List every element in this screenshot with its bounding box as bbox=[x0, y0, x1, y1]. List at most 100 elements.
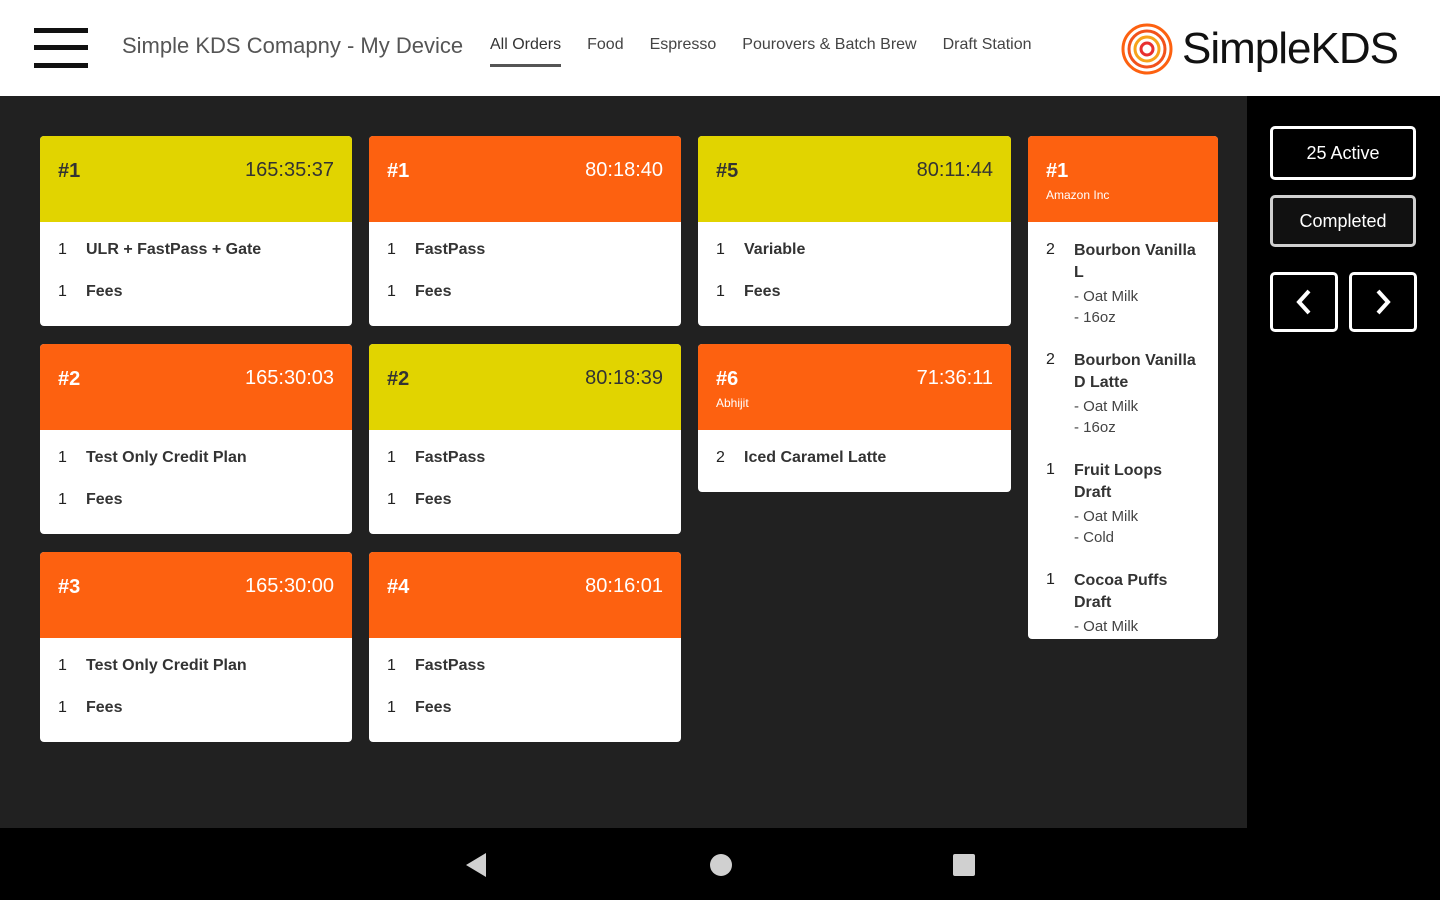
order-card[interactable]: #2 165:30:03 1 Test Only Credit Plan 1 Fees bbox=[40, 344, 352, 534]
category-tabs: All Orders Food Espresso Pourovers & Bat… bbox=[490, 36, 1058, 67]
order-card-header: #5 80:11:44 bbox=[698, 136, 1011, 222]
order-timer: 80:11:44 bbox=[916, 159, 993, 181]
order-card[interactable]: #1 165:35:37 1 ULR + FastPass + Gate 1 Fees bbox=[40, 136, 352, 326]
order-card[interactable]: #3 165:30:00 1 Test Only Credit Plan 1 Fees bbox=[40, 552, 352, 742]
order-line-item: 1 Fees bbox=[387, 698, 663, 718]
order-line-item: 1 Test Only Credit Plan bbox=[58, 656, 334, 676]
item-modifier: - Oat Milk bbox=[1074, 398, 1139, 415]
tab-draft-station[interactable]: Draft Station bbox=[943, 36, 1032, 67]
chevron-left-icon bbox=[1296, 289, 1311, 315]
item-quantity: 2 bbox=[716, 449, 725, 466]
item-name: FastPass bbox=[415, 449, 486, 466]
order-card[interactable]: #4 80:16:01 1 FastPass 1 Fees bbox=[369, 552, 681, 742]
order-card-header: #6 71:36:11 Abhijit bbox=[698, 344, 1011, 430]
previous-page-button[interactable] bbox=[1270, 272, 1338, 332]
item-quantity: 1 bbox=[387, 241, 396, 258]
order-timer: 165:35:37 bbox=[245, 159, 334, 181]
order-customer-name: Amazon Inc bbox=[1046, 188, 1110, 202]
item-name: Fees bbox=[415, 491, 452, 508]
item-name: FastPass bbox=[415, 657, 486, 674]
order-items-list: 1 Test Only Credit Plan 1 Fees bbox=[40, 430, 352, 510]
item-name: Cocoa Puffs Draft bbox=[1074, 572, 1168, 611]
order-items-list: 2 Bourbon Vanilla L - Oat Milk - 16oz 2 Bourb… bbox=[1028, 222, 1218, 639]
home-circle-icon[interactable] bbox=[709, 853, 733, 877]
item-quantity: 1 bbox=[58, 699, 67, 716]
order-timer: 165:30:00 bbox=[245, 575, 334, 597]
item-modifiers: - Oat Milk - 16oz bbox=[1074, 396, 1200, 438]
item-modifiers: - Oat Milk - Cold bbox=[1074, 506, 1200, 548]
tab-all-orders[interactable]: All Orders bbox=[490, 36, 562, 67]
item-modifier: - 16oz bbox=[1074, 309, 1116, 326]
item-quantity: 1 bbox=[58, 657, 67, 674]
item-quantity: 2 bbox=[1046, 241, 1055, 258]
order-timer: 80:16:01 bbox=[585, 575, 663, 597]
item-name: Fees bbox=[744, 283, 781, 300]
top-app-bar: Simple KDS Comapny - My Device All Order… bbox=[0, 0, 1440, 96]
active-orders-button[interactable]: 25 Active bbox=[1270, 126, 1416, 180]
order-card-header: #1 80:18:40 bbox=[369, 136, 681, 222]
order-line-item: 2 Iced Caramel Latte bbox=[716, 448, 993, 468]
order-timer: 71:36:11 bbox=[916, 367, 993, 389]
order-customer-name: Abhijit bbox=[716, 396, 749, 410]
menu-icon[interactable] bbox=[34, 28, 88, 68]
order-line-item: 1 FastPass bbox=[387, 240, 663, 260]
item-quantity: 1 bbox=[387, 699, 396, 716]
order-line-item: 1 Fees bbox=[716, 282, 993, 302]
item-modifier: - Oat Milk bbox=[1074, 618, 1139, 635]
tab-pourovers-batch-brew[interactable]: Pourovers & Batch Brew bbox=[742, 36, 916, 67]
next-page-button[interactable] bbox=[1349, 272, 1417, 332]
right-control-panel: 25 Active Completed bbox=[1247, 96, 1440, 828]
item-quantity: 1 bbox=[58, 283, 67, 300]
item-modifier: - Cold bbox=[1074, 637, 1200, 639]
order-line-item: 1 Variable bbox=[716, 240, 993, 260]
item-quantity: 1 bbox=[716, 241, 725, 258]
order-card-header: #1 165:35:37 bbox=[40, 136, 352, 222]
item-name: Variable bbox=[744, 241, 806, 258]
logo-wordmark: SimpleKDS bbox=[1182, 24, 1399, 73]
order-card[interactable]: #5 80:11:44 1 Variable 1 Fees bbox=[698, 136, 1011, 326]
order-items-list: 1 Test Only Credit Plan 1 Fees bbox=[40, 638, 352, 718]
order-line-item: 1 Fees bbox=[58, 282, 334, 302]
order-line-item: 1 ULR + FastPass + Gate bbox=[58, 240, 334, 260]
back-triangle-icon[interactable] bbox=[464, 852, 488, 878]
order-number: #1 bbox=[58, 160, 81, 182]
order-line-item: 1 Fruit Loops Draft bbox=[1046, 460, 1200, 504]
item-name: ULR + FastPass + Gate bbox=[86, 241, 262, 258]
order-card-header: #1 Amazon Inc bbox=[1028, 136, 1218, 222]
item-quantity: 1 bbox=[387, 449, 396, 466]
item-modifiers: - Oat Milk - 16oz bbox=[1074, 286, 1200, 328]
recents-square-icon[interactable] bbox=[952, 853, 976, 877]
order-card-header: #3 165:30:00 bbox=[40, 552, 352, 638]
order-items-list: 1 FastPass 1 Fees bbox=[369, 430, 681, 510]
item-name: Test Only Credit Plan bbox=[86, 657, 247, 674]
logo-rings-icon bbox=[1121, 23, 1173, 75]
item-name: Bourbon Vanilla L bbox=[1074, 242, 1196, 281]
item-quantity: 1 bbox=[58, 491, 67, 508]
item-name: Fees bbox=[415, 699, 452, 716]
item-name: Fees bbox=[86, 283, 123, 300]
system-navigation-bar bbox=[0, 828, 1440, 900]
simplekds-logo: SimpleKDS bbox=[1120, 22, 1399, 76]
order-card[interactable]: #2 80:18:39 1 FastPass 1 Fees bbox=[369, 344, 681, 534]
order-items-list: 2 Iced Caramel Latte bbox=[698, 430, 1011, 468]
item-modifiers: - Oat Milk - Cold bbox=[1074, 616, 1200, 639]
order-card[interactable]: #6 71:36:11 Abhijit 2 Iced Caramel Latte bbox=[698, 344, 1011, 492]
item-quantity: 1 bbox=[58, 449, 67, 466]
order-line-item: 2 Bourbon Vanilla L bbox=[1046, 240, 1200, 284]
order-number: #1 bbox=[1046, 160, 1069, 182]
order-card[interactable]: #1 80:18:40 1 FastPass 1 Fees bbox=[369, 136, 681, 326]
order-line-item: 1 FastPass bbox=[387, 448, 663, 468]
order-card[interactable]: #1 Amazon Inc 2 Bourbon Vanilla L - Oat Milk… bbox=[1028, 136, 1218, 639]
item-name: Test Only Credit Plan bbox=[86, 449, 247, 466]
tab-food[interactable]: Food bbox=[587, 36, 623, 67]
order-items-list: 1 ULR + FastPass + Gate 1 Fees bbox=[40, 222, 352, 302]
completed-orders-button[interactable]: Completed bbox=[1270, 195, 1416, 247]
item-modifier: - Cold bbox=[1074, 529, 1115, 546]
order-card-header: #2 165:30:03 bbox=[40, 344, 352, 430]
order-items-list: 1 FastPass 1 Fees bbox=[369, 638, 681, 718]
tab-espresso[interactable]: Espresso bbox=[650, 36, 717, 67]
order-line-item: 2 Bourbon Vanilla D Latte bbox=[1046, 350, 1200, 394]
item-name: Fees bbox=[86, 491, 123, 508]
order-card-header: #4 80:16:01 bbox=[369, 552, 681, 638]
order-card-header: #2 80:18:39 bbox=[369, 344, 681, 430]
